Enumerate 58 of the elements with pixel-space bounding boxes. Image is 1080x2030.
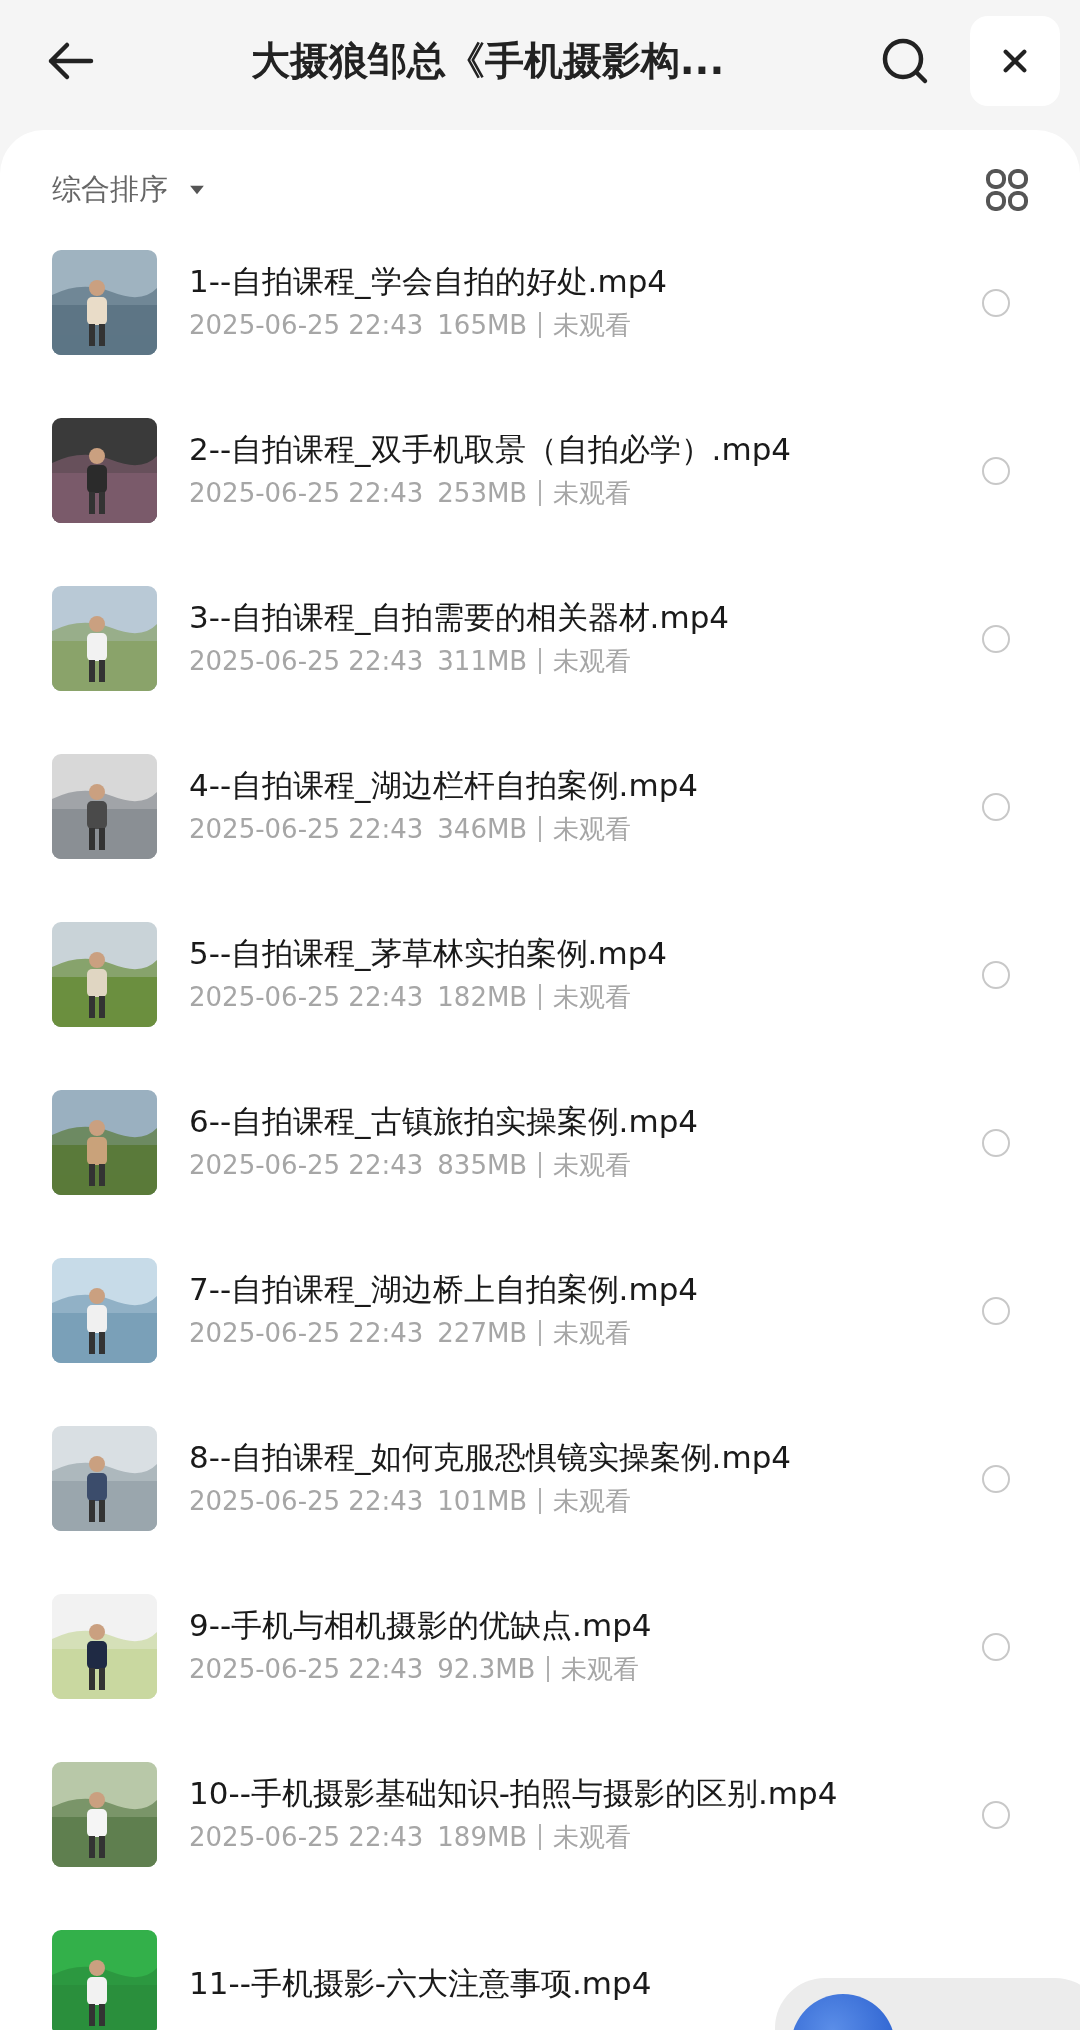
file-size: 165MB — [437, 308, 528, 342]
select-radio[interactable] — [982, 288, 1010, 317]
watch-status: 未观看 — [553, 1148, 632, 1182]
file-date: 2025-06-25 22:43 — [189, 1820, 424, 1854]
select-radio[interactable] — [982, 1800, 1010, 1829]
watch-status: 未观看 — [561, 1652, 640, 1686]
file-date: 2025-06-25 22:43 — [189, 1316, 424, 1350]
file-date: 2025-06-25 22:43 — [189, 308, 424, 342]
file-size: 101MB — [437, 1484, 528, 1518]
watch-status: 未观看 — [553, 308, 632, 342]
file-size: 253MB — [437, 476, 528, 510]
grid-view-icon[interactable] — [986, 169, 1028, 211]
file-size: 182MB — [437, 980, 528, 1014]
file-name: 3--自拍课程_自拍需要的相关器材.mp4 — [189, 597, 731, 637]
file-size: 311MB — [437, 644, 528, 678]
select-radio[interactable] — [982, 1128, 1010, 1157]
file-size: 189MB — [437, 1820, 528, 1854]
file-date: 2025-06-25 22:43 — [189, 1484, 424, 1518]
file-date: 2025-06-25 22:43 — [189, 476, 424, 510]
watch-status: 未观看 — [553, 812, 632, 846]
file-name: 1--自拍课程_学会自拍的好处.mp4 — [189, 261, 669, 301]
search-icon[interactable] — [880, 36, 930, 86]
file-name: 2--自拍课程_双手机取景（自拍必学）.mp4 — [189, 429, 793, 469]
watch-status: 未观看 — [553, 644, 632, 678]
select-radio[interactable] — [982, 1464, 1010, 1493]
file-date: 2025-06-25 22:43 — [189, 1652, 424, 1686]
file-name: 8--自拍课程_如何克服恐惧镜实操案例.mp4 — [189, 1437, 793, 1477]
file-size: 92.3MB — [437, 1652, 536, 1686]
select-radio[interactable] — [982, 1632, 1010, 1661]
close-button[interactable] — [970, 16, 1060, 106]
watch-status: 未观看 — [553, 1316, 632, 1350]
file-name: 7--自拍课程_湖边桥上自拍案例.mp4 — [189, 1269, 700, 1309]
select-radio[interactable] — [982, 624, 1010, 653]
file-date: 2025-06-25 22:43 — [189, 812, 424, 846]
close-icon — [1001, 47, 1029, 75]
file-name: 10--手机摄影基础知识-拍照与摄影的区别.mp4 — [189, 1773, 839, 1813]
file-date: 2025-06-25 22:43 — [189, 644, 424, 678]
file-name: 11--手机摄影-六大注意事项.mp4 — [189, 1963, 653, 2003]
select-radio[interactable] — [982, 960, 1010, 989]
file-date: 2025-06-25 22:43 — [189, 1148, 424, 1182]
file-name: 6--自拍课程_古镇旅拍实操案例.mp4 — [189, 1101, 700, 1141]
watch-status: 未观看 — [553, 1484, 632, 1518]
watch-status: 未观看 — [553, 980, 632, 1014]
select-radio[interactable] — [982, 456, 1010, 485]
file-name: 9--手机与相机摄影的优缺点.mp4 — [189, 1605, 653, 1645]
file-size: 835MB — [437, 1148, 528, 1182]
select-radio[interactable] — [982, 1296, 1010, 1325]
file-name: 5--自拍课程_茅草林实拍案例.mp4 — [189, 933, 669, 973]
file-size: 227MB — [437, 1316, 528, 1350]
file-size: 346MB — [437, 812, 528, 846]
sort-dropdown[interactable]: 综合排序 — [52, 170, 206, 210]
page-title: 大摄狼邹总《手机摄影构... — [249, 37, 726, 85]
select-radio[interactable] — [982, 792, 1010, 821]
watch-status: 未观看 — [553, 1820, 632, 1854]
file-date: 2025-06-25 22:43 — [189, 980, 424, 1014]
file-name: 4--自拍课程_湖边栏杆自拍案例.mp4 — [189, 765, 700, 805]
watch-status: 未观看 — [553, 476, 632, 510]
caret-icon — [188, 184, 206, 196]
